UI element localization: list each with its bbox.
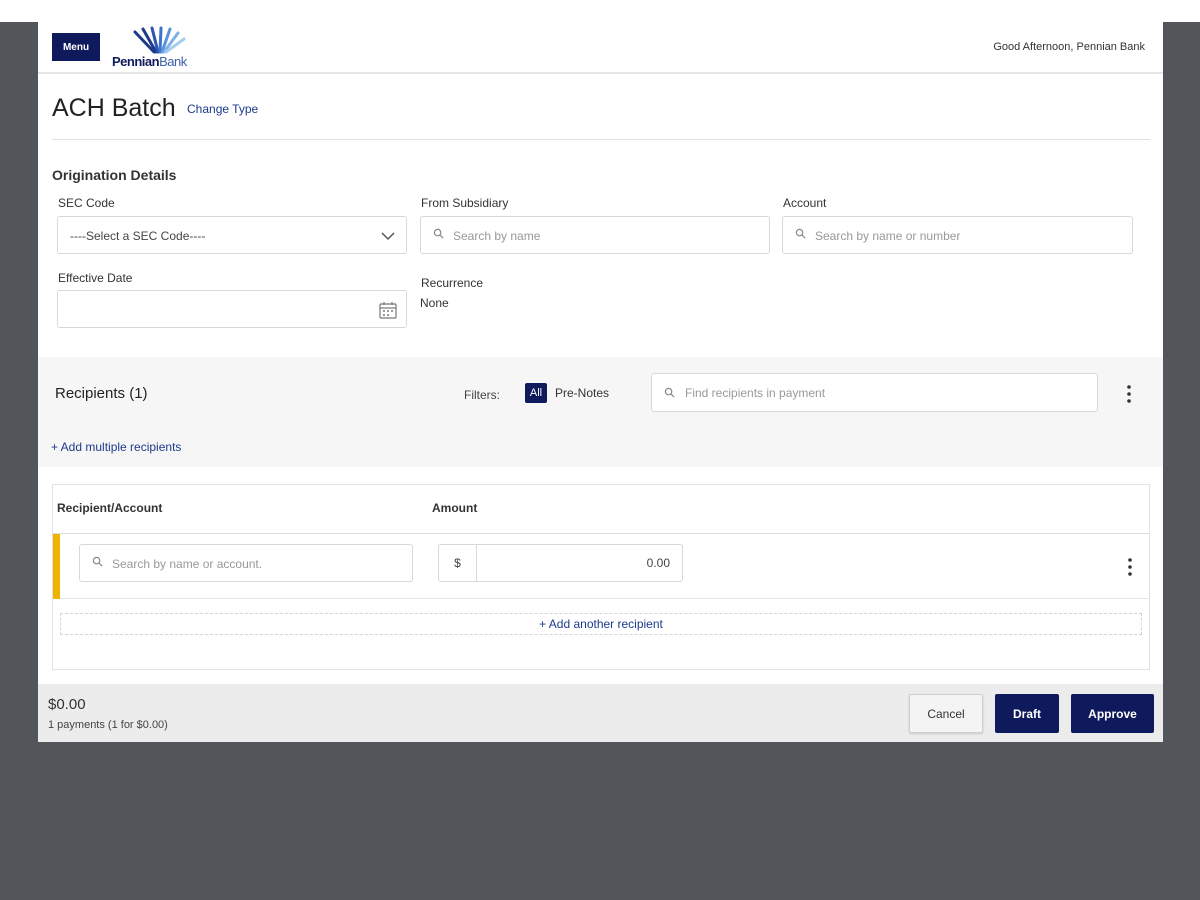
filter-prenotes-button[interactable]: Pre-Notes: [555, 386, 609, 400]
amount-value: 0.00: [646, 556, 670, 570]
menu-button[interactable]: Menu: [52, 33, 100, 61]
filter-all-button[interactable]: All: [525, 383, 547, 403]
recipient-search-input[interactable]: Search by name or account.: [79, 544, 413, 582]
search-icon: [92, 556, 103, 567]
sec-code-label: SEC Code: [58, 196, 115, 210]
account-input[interactable]: Search by name or number: [782, 216, 1133, 254]
amount-input[interactable]: $ 0.00: [438, 544, 683, 582]
add-another-recipient-link[interactable]: + Add another recipient: [60, 613, 1142, 635]
recurrence-value: None: [420, 296, 449, 310]
search-icon: [433, 228, 444, 239]
chevron-down-icon: [381, 232, 395, 241]
search-icon: [664, 387, 675, 398]
logo-fan-icon: [133, 26, 186, 54]
from-subsidiary-input[interactable]: Search by name: [420, 216, 770, 254]
header: Menu PennianBank Good Afternoon, Pennian…: [38, 22, 1163, 74]
change-type-link[interactable]: Change Type: [187, 102, 258, 116]
cancel-button[interactable]: Cancel: [909, 694, 983, 733]
logo-text: PennianBank: [112, 54, 187, 69]
page-title: ACH Batch: [52, 94, 176, 122]
total-amount: $0.00: [48, 696, 86, 713]
find-recipients-placeholder: Find recipients in payment: [685, 386, 826, 400]
sec-code-select[interactable]: ----Select a SEC Code----: [57, 216, 407, 254]
origination-details-heading: Origination Details: [52, 167, 177, 183]
top-strip: [0, 0, 1200, 22]
from-subsidiary-label: From Subsidiary: [421, 196, 509, 210]
account-placeholder: Search by name or number: [815, 229, 961, 243]
table-row: Search by name or account. $ 0.00: [53, 534, 1149, 599]
calendar-icon[interactable]: [378, 300, 398, 320]
recipients-table: Recipient/Account Amount Search by name …: [52, 484, 1150, 670]
search-icon: [795, 228, 806, 239]
recipients-toolbar: Recipients (1) Filters: All Pre-Notes Fi…: [38, 357, 1163, 467]
logo[interactable]: PennianBank: [110, 26, 210, 70]
app-window: Menu PennianBank Good Afternoon, Pennian…: [38, 22, 1163, 742]
filters-label: Filters:: [464, 388, 500, 402]
effective-date-label: Effective Date: [58, 271, 133, 285]
row-accent-bar: [53, 534, 60, 599]
account-label: Account: [783, 196, 827, 210]
from-subsidiary-placeholder: Search by name: [453, 229, 541, 243]
title-divider: [52, 139, 1150, 140]
find-recipients-input[interactable]: Find recipients in payment: [651, 373, 1098, 412]
recipient-search-placeholder: Search by name or account.: [112, 557, 263, 571]
add-multiple-recipients-link[interactable]: + Add multiple recipients: [51, 440, 181, 454]
column-header-amount: Amount: [432, 501, 478, 515]
column-header-recipient: Recipient/Account: [57, 501, 163, 515]
logo-text-thin: Bank: [159, 54, 187, 69]
currency-prefix: $: [439, 545, 477, 581]
footer-bar: $0.00 1 payments (1 for $0.00) Cancel Dr…: [38, 684, 1163, 742]
payment-summary: 1 payments (1 for $0.00): [48, 719, 168, 731]
sec-code-value: ----Select a SEC Code----: [70, 229, 206, 243]
logo-text-bold: Pennian: [112, 54, 160, 69]
kebab-menu-icon[interactable]: [1120, 555, 1140, 579]
approve-button[interactable]: Approve: [1071, 694, 1154, 733]
greeting-text: Good Afternoon, Pennian Bank: [993, 41, 1145, 53]
effective-date-input[interactable]: [57, 290, 407, 328]
kebab-menu-icon[interactable]: [1119, 382, 1139, 406]
draft-button[interactable]: Draft: [995, 694, 1059, 733]
recurrence-label: Recurrence: [421, 276, 484, 290]
recipients-heading: Recipients (1): [55, 385, 148, 402]
